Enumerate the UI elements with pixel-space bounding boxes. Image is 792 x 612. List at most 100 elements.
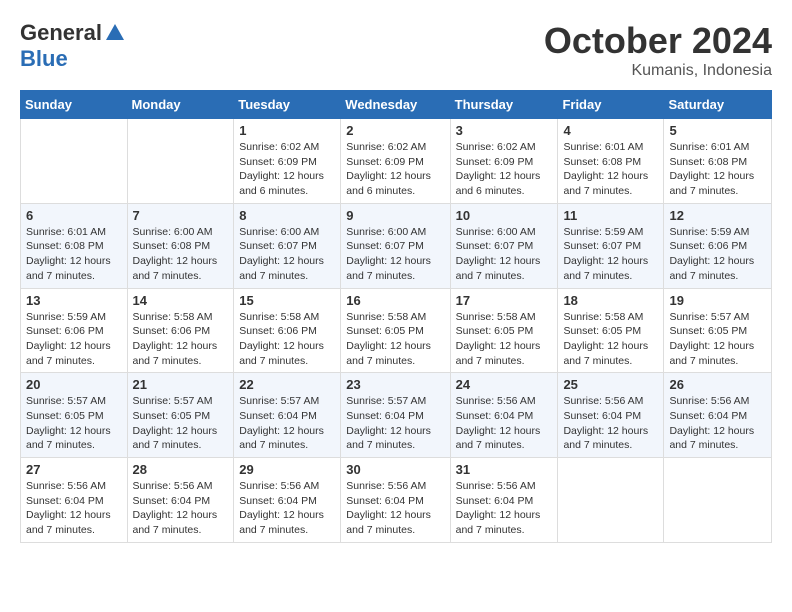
calendar-header-sunday: Sunday [21,91,128,119]
calendar-cell: 10 Sunrise: 6:00 AM Sunset: 6:07 PM Dayli… [450,203,558,288]
day-info: Sunrise: 5:58 AM Sunset: 6:06 PM Dayligh… [239,310,335,369]
calendar-cell: 8 Sunrise: 6:00 AM Sunset: 6:07 PM Daylig… [234,203,341,288]
day-info: Sunrise: 5:57 AM Sunset: 6:05 PM Dayligh… [133,394,229,453]
day-number: 3 [456,123,553,138]
month-title: October 2024 [544,20,772,62]
day-number: 27 [26,462,122,477]
day-number: 18 [563,293,658,308]
calendar-week-1: 1 Sunrise: 6:02 AM Sunset: 6:09 PM Daylig… [21,119,772,204]
day-number: 5 [669,123,766,138]
calendar-cell: 22 Sunrise: 5:57 AM Sunset: 6:04 PM Dayli… [234,373,341,458]
calendar-header-row: SundayMondayTuesdayWednesdayThursdayFrid… [21,91,772,119]
day-info: Sunrise: 6:00 AM Sunset: 6:07 PM Dayligh… [456,225,553,284]
calendar-cell: 26Sunrise: 5:56 AM Sunset: 6:04 PM Dayli… [664,373,772,458]
calendar-cell: 11 Sunrise: 5:59 AM Sunset: 6:07 PM Dayli… [558,203,664,288]
day-info: Sunrise: 5:56 AM Sunset: 6:04 PM Dayligh… [456,479,553,538]
day-number: 19 [669,293,766,308]
day-number: 7 [133,208,229,223]
page-header: General Blue October 2024 Kumanis, Indon… [20,20,772,80]
day-number: 21 [133,377,229,392]
day-number: 6 [26,208,122,223]
day-number: 29 [239,462,335,477]
day-info: Sunrise: 5:58 AM Sunset: 6:05 PM Dayligh… [346,310,444,369]
calendar-cell: 1 Sunrise: 6:02 AM Sunset: 6:09 PM Daylig… [234,119,341,204]
calendar-cell: 4 Sunrise: 6:01 AM Sunset: 6:08 PM Daylig… [558,119,664,204]
day-info: Sunrise: 5:58 AM Sunset: 6:05 PM Dayligh… [456,310,553,369]
day-number: 8 [239,208,335,223]
calendar-cell: 24 Sunrise: 5:56 AM Sunset: 6:04 PM Dayli… [450,373,558,458]
day-number: 11 [563,208,658,223]
logo-blue-text: Blue [20,46,68,72]
day-info: Sunrise: 6:01 AM Sunset: 6:08 PM Dayligh… [669,140,766,199]
calendar-table: SundayMondayTuesdayWednesdayThursdayFrid… [20,90,772,543]
day-number: 25 [563,377,658,392]
logo-icon [104,22,126,44]
calendar-header-thursday: Thursday [450,91,558,119]
calendar-cell: 17Sunrise: 5:58 AM Sunset: 6:05 PM Dayli… [450,288,558,373]
calendar-header-tuesday: Tuesday [234,91,341,119]
day-info: Sunrise: 6:01 AM Sunset: 6:08 PM Dayligh… [563,140,658,199]
day-info: Sunrise: 6:01 AM Sunset: 6:08 PM Dayligh… [26,225,122,284]
day-info: Sunrise: 6:00 AM Sunset: 6:07 PM Dayligh… [239,225,335,284]
calendar-cell: 12Sunrise: 5:59 AM Sunset: 6:06 PM Dayli… [664,203,772,288]
day-number: 12 [669,208,766,223]
day-number: 24 [456,377,553,392]
day-number: 1 [239,123,335,138]
calendar-cell: 13 Sunrise: 5:59 AM Sunset: 6:06 PM Dayli… [21,288,128,373]
calendar-cell [558,458,664,543]
calendar-cell: 30Sunrise: 5:56 AM Sunset: 6:04 PM Dayli… [341,458,450,543]
calendar-cell: 3 Sunrise: 6:02 AM Sunset: 6:09 PM Daylig… [450,119,558,204]
calendar-cell [127,119,234,204]
calendar-cell: 6 Sunrise: 6:01 AM Sunset: 6:08 PM Daylig… [21,203,128,288]
calendar-header-wednesday: Wednesday [341,91,450,119]
day-number: 31 [456,462,553,477]
logo: General Blue [20,20,126,72]
day-info: Sunrise: 5:57 AM Sunset: 6:04 PM Dayligh… [239,394,335,453]
calendar-cell: 7Sunrise: 6:00 AM Sunset: 6:08 PM Daylig… [127,203,234,288]
day-info: Sunrise: 5:56 AM Sunset: 6:04 PM Dayligh… [346,479,444,538]
location-subtitle: Kumanis, Indonesia [544,62,772,80]
calendar-week-4: 20Sunrise: 5:57 AM Sunset: 6:05 PM Dayli… [21,373,772,458]
calendar-cell: 29Sunrise: 5:56 AM Sunset: 6:04 PM Dayli… [234,458,341,543]
day-number: 16 [346,293,444,308]
day-number: 23 [346,377,444,392]
day-number: 10 [456,208,553,223]
calendar-cell: 9Sunrise: 6:00 AM Sunset: 6:07 PM Daylig… [341,203,450,288]
title-area: October 2024 Kumanis, Indonesia [544,20,772,80]
day-info: Sunrise: 5:59 AM Sunset: 6:07 PM Dayligh… [563,225,658,284]
calendar-cell [21,119,128,204]
calendar-week-2: 6 Sunrise: 6:01 AM Sunset: 6:08 PM Daylig… [21,203,772,288]
day-number: 15 [239,293,335,308]
calendar-week-5: 27 Sunrise: 5:56 AM Sunset: 6:04 PM Dayli… [21,458,772,543]
calendar-header-saturday: Saturday [664,91,772,119]
calendar-cell: 25 Sunrise: 5:56 AM Sunset: 6:04 PM Dayli… [558,373,664,458]
day-number: 13 [26,293,122,308]
day-info: Sunrise: 6:02 AM Sunset: 6:09 PM Dayligh… [456,140,553,199]
day-info: Sunrise: 5:56 AM Sunset: 6:04 PM Dayligh… [26,479,122,538]
day-info: Sunrise: 5:56 AM Sunset: 6:04 PM Dayligh… [456,394,553,453]
day-info: Sunrise: 5:56 AM Sunset: 6:04 PM Dayligh… [563,394,658,453]
calendar-cell: 15 Sunrise: 5:58 AM Sunset: 6:06 PM Dayli… [234,288,341,373]
calendar-cell: 21 Sunrise: 5:57 AM Sunset: 6:05 PM Dayli… [127,373,234,458]
day-number: 14 [133,293,229,308]
calendar-cell: 16 Sunrise: 5:58 AM Sunset: 6:05 PM Dayli… [341,288,450,373]
logo-general-text: General [20,20,102,46]
day-info: Sunrise: 5:58 AM Sunset: 6:06 PM Dayligh… [133,310,229,369]
calendar-cell [664,458,772,543]
day-info: Sunrise: 6:00 AM Sunset: 6:07 PM Dayligh… [346,225,444,284]
day-number: 26 [669,377,766,392]
day-number: 22 [239,377,335,392]
day-number: 2 [346,123,444,138]
day-info: Sunrise: 5:59 AM Sunset: 6:06 PM Dayligh… [26,310,122,369]
calendar-cell: 5 Sunrise: 6:01 AM Sunset: 6:08 PM Daylig… [664,119,772,204]
day-number: 28 [133,462,229,477]
calendar-cell: 18Sunrise: 5:58 AM Sunset: 6:05 PM Dayli… [558,288,664,373]
calendar-cell: 20Sunrise: 5:57 AM Sunset: 6:05 PM Dayli… [21,373,128,458]
day-number: 4 [563,123,658,138]
day-info: Sunrise: 5:57 AM Sunset: 6:05 PM Dayligh… [669,310,766,369]
day-info: Sunrise: 6:02 AM Sunset: 6:09 PM Dayligh… [239,140,335,199]
calendar-cell: 2Sunrise: 6:02 AM Sunset: 6:09 PM Daylig… [341,119,450,204]
calendar-header-friday: Friday [558,91,664,119]
calendar-week-3: 13 Sunrise: 5:59 AM Sunset: 6:06 PM Dayli… [21,288,772,373]
calendar-cell: 19 Sunrise: 5:57 AM Sunset: 6:05 PM Dayli… [664,288,772,373]
